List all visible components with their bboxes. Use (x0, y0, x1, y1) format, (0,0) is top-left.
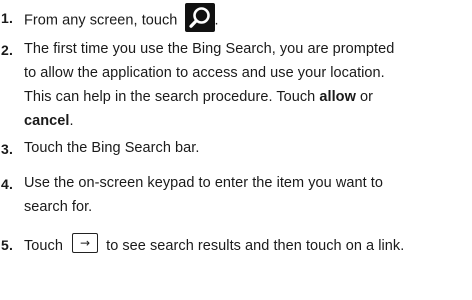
step-text: or (355, 89, 373, 105)
search-icon (184, 3, 215, 32)
allow-option: allow (319, 89, 356, 105)
step-number: 5. (1, 237, 14, 253)
step-2-line-4: cancel. (24, 113, 74, 130)
step-text: . (69, 113, 74, 129)
step-number: 2. (1, 42, 14, 58)
step-number: 1. (1, 10, 14, 26)
step-1-line-1: From any screen, touch . (24, 3, 219, 32)
step-4-line-2: search for. (24, 199, 93, 215)
step-number: 3. (1, 141, 14, 157)
step-text: From any screen, touch (24, 12, 182, 29)
step-2-line-3: This can help in the search procedure. T… (24, 89, 373, 106)
step-2-line-2: to allow the application to access and u… (24, 65, 385, 81)
step-5-line-1: Touch → to see search results and then t… (24, 233, 405, 256)
right-arrow-key-icon: → (72, 233, 99, 253)
step-text: . (214, 12, 219, 29)
instruction-page: 1. From any screen, touch . 2. The first… (0, 0, 472, 300)
step-text: This can help in the search procedure. T… (24, 89, 320, 105)
step-3-line-1: Touch the Bing Search bar. (24, 140, 200, 156)
step-number: 4. (1, 176, 14, 192)
step-4-line-1: Use the on-screen keypad to enter the it… (24, 175, 383, 191)
step-2-line-1: The first time you use the Bing Search, … (24, 41, 395, 57)
step-text: to see search results and then touch on … (102, 237, 405, 254)
cancel-option: cancel (24, 113, 70, 129)
step-text: Touch (24, 237, 68, 254)
